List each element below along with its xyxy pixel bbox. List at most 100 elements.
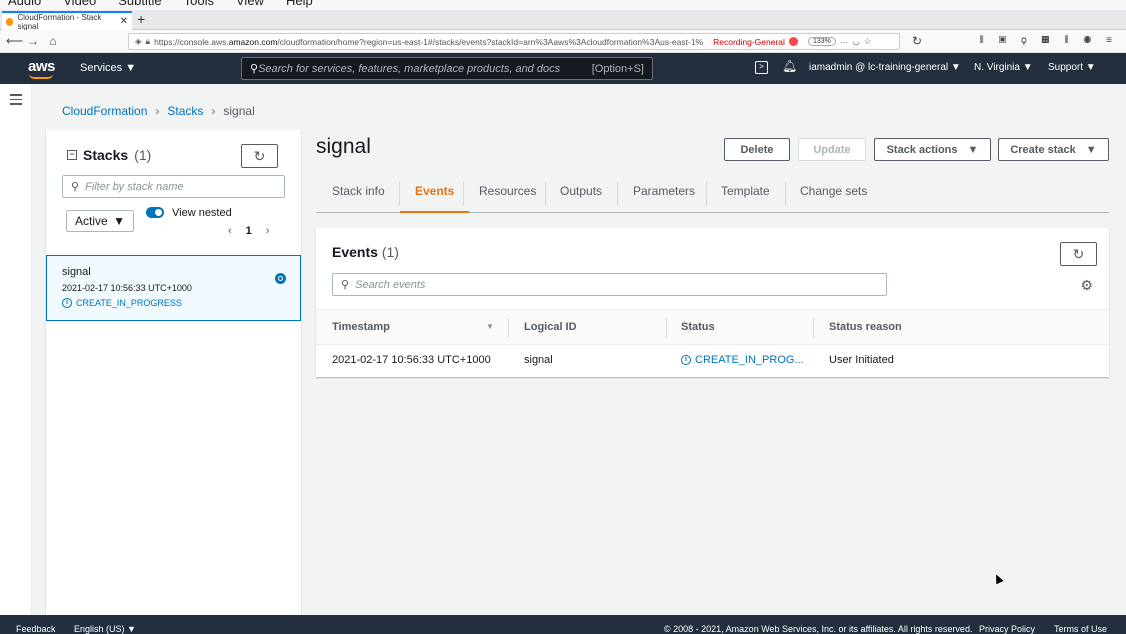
gear-icon[interactable]: ⚙ [1080,277,1093,294]
col-divider [813,319,814,337]
chevron-right-icon: › [155,104,160,118]
mouse-cursor-icon [992,572,1004,585]
delete-button[interactable]: Delete [724,138,790,161]
stack-status-text: CREATE_IN_PROGRESS [76,298,182,308]
page-number[interactable]: 1 [246,225,252,237]
browser-tabbar: CloudFormation - Stack signal ✕ + [0,10,1126,31]
language-select[interactable]: English (US) ▼ [74,624,136,634]
update-label: Update [813,143,851,156]
cell-timestamp: 2021-02-17 10:56:33 UTC+1000 [332,354,491,366]
zoom-level[interactable]: 133% [807,37,836,46]
delete-label: Delete [740,143,774,156]
stack-created-time: 2021-02-17 10:56:33 UTC+1000 [62,283,192,293]
breadcrumb-stacks[interactable]: Stacks [167,104,203,118]
stack-status: i CREATE_IN_PROGRESS [62,298,182,308]
region-menu[interactable]: N. Virginia ▼ [974,62,1033,73]
tab-divider [463,182,464,206]
browser-tab[interactable]: CloudFormation - Stack signal ✕ [2,11,132,31]
collapse-icon[interactable]: − [67,150,77,160]
breadcrumb-current: signal [223,104,255,118]
tab-outputs[interactable]: Outputs [560,184,602,213]
new-tab-icon[interactable]: + [137,11,145,27]
tab-template[interactable]: Template [721,184,770,213]
table-row: 2021-02-17 10:56:33 UTC+1000 signal i CR… [316,346,1109,376]
account-menu[interactable]: iamadmin @ lc-training-general ▼ [809,62,961,73]
bell-icon[interactable]: 🔔︎ [782,59,797,73]
tab-resources[interactable]: Resources [479,184,536,213]
support-menu[interactable]: Support ▼ [1048,62,1096,73]
stack-actions-label: Stack actions [886,143,958,156]
events-search-input[interactable]: ⚲ Search events [332,273,887,296]
stack-list-item[interactable]: signal 2021-02-17 10:56:33 UTC+1000 i CR… [46,255,301,321]
chevron-right-icon: › [211,104,216,118]
home-icon[interactable]: ⌂ [46,34,60,48]
cloudshell-icon[interactable]: > [755,61,768,74]
aws-search-input[interactable]: ⚲ Search for services, features, marketp… [241,57,653,80]
events-panel: Events (1) ↻ ⚲ Search events ⚙ Timestamp… [316,228,1109,377]
tab-events[interactable]: Events [400,184,470,213]
tab-stack-info[interactable]: Stack info [332,184,385,213]
update-button[interactable]: Update [798,138,866,161]
events-search-placeholder: Search events [355,278,426,291]
info-icon: i [681,355,691,365]
col-status[interactable]: Status [681,321,715,333]
col-status-reason[interactable]: Status reason [829,321,902,333]
refresh-icon: ↻ [1072,245,1085,262]
status-filter-value: Active [75,214,108,228]
cell-status[interactable]: i CREATE_IN_PROG... [681,354,804,366]
refresh-events-button[interactable]: ↻ [1060,242,1097,266]
cell-logical-id: signal [524,354,553,366]
terms-link[interactable]: Terms of Use [1054,624,1107,634]
next-page-icon[interactable]: › [266,225,270,237]
more-icon[interactable]: ··· [840,37,849,47]
create-stack-button[interactable]: Create stack ▼ [998,138,1109,161]
toolbar-icons[interactable]: ⫴ ▣ ⚲ ▦ ⦀ ◉ ≡ [980,35,1118,46]
forward-icon[interactable]: → [26,34,40,48]
stack-name: signal [62,266,91,278]
breadcrumb: CloudFormation › Stacks › signal [62,104,255,118]
breadcrumb-cloudformation[interactable]: CloudFormation [62,104,147,118]
cell-status-reason: User Initiated [829,354,894,366]
stack-filter-input[interactable]: ⚲ Filter by stack name [62,175,285,198]
pocket-icon[interactable]: ◡ [852,36,859,47]
refresh-stacks-button[interactable]: ↻ [241,144,278,168]
hamburger-icon[interactable] [10,94,22,108]
caret-down-icon: ▼ [1085,143,1097,156]
col-divider [508,319,509,337]
col-timestamp[interactable]: Timestamp [332,321,390,333]
prev-page-icon[interactable]: ‹ [228,225,232,237]
back-icon[interactable]: ⟵ [6,34,23,48]
menu-tools[interactable]: Tools [184,0,214,8]
search-icon: ⚲ [71,181,80,193]
side-navigation [0,84,32,615]
view-nested-label: View nested [172,207,232,219]
aws-logo[interactable]: aws [28,58,55,75]
services-menu[interactable]: Services ▼ [80,62,136,74]
tab-divider [785,182,786,206]
privacy-link[interactable]: Privacy Policy [979,624,1035,634]
search-icon: ⚲ [250,63,259,75]
copyright-text: © 2008 - 2021, Amazon Web Services, Inc.… [664,624,973,634]
caret-down-icon: ▼ [113,214,125,228]
tab-change-sets[interactable]: Change sets [800,184,867,213]
menu-video[interactable]: Video [63,0,96,8]
lock-icon: 🔒︎ [145,36,151,46]
events-title: Events (1) [332,244,399,260]
sort-desc-icon[interactable]: ▼ [486,322,494,331]
close-tab-icon[interactable]: ✕ [120,16,128,27]
col-logical-id[interactable]: Logical ID [524,321,577,333]
view-nested-toggle[interactable] [146,207,164,218]
status-filter-select[interactable]: Active ▼ [66,210,134,232]
menu-audio[interactable]: Audio [8,0,41,8]
star-icon[interactable]: ☆ [864,36,872,47]
menu-subtitle[interactable]: Subtitle [118,0,161,8]
tab-parameters[interactable]: Parameters [633,184,695,213]
url-bar[interactable]: ◈ 🔒︎ https://console.aws.amazon.com/clou… [128,33,900,50]
feedback-link[interactable]: Feedback [16,624,56,634]
app-menubar: Audio Video Subtitle Tools View Help [0,0,1126,10]
stack-radio[interactable] [275,273,286,284]
reload-icon[interactable]: ↻ [910,34,924,48]
stack-actions-button[interactable]: Stack actions ▼ [874,138,991,161]
menu-view[interactable]: View [236,0,264,8]
menu-help[interactable]: Help [286,0,313,8]
